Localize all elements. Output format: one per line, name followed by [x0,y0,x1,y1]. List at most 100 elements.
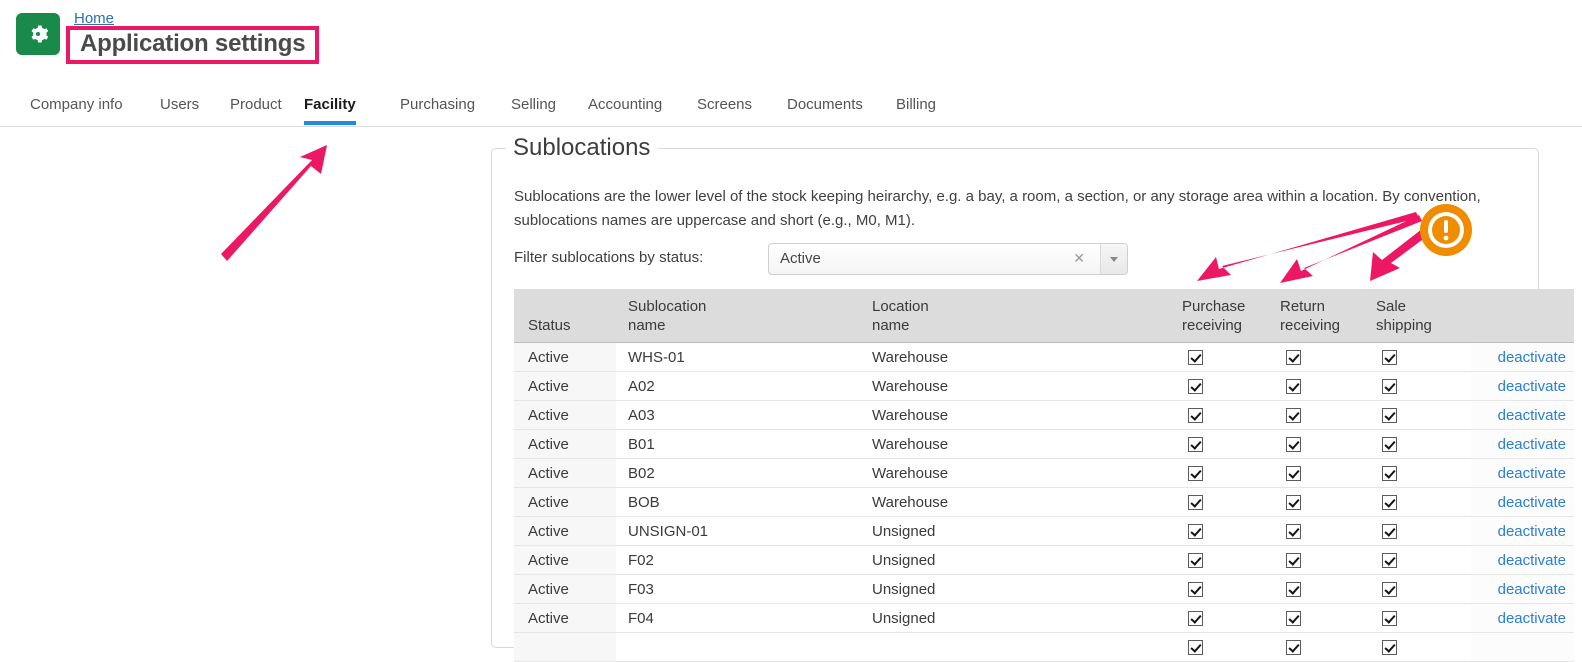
col-header-status-label: Status [528,317,571,334]
cell-purchase-receiving [1182,516,1280,546]
sale-shipping-checkbox[interactable] [1382,553,1397,569]
sale-shipping-checkbox[interactable] [1382,640,1397,656]
tab-company-info[interactable]: Company info [30,84,123,125]
purchase-receiving-checkbox[interactable] [1188,350,1203,366]
cell-actions: deactivate [1471,458,1574,488]
cell-return-receiving [1280,400,1376,430]
deactivate-link[interactable]: deactivate [1498,407,1566,424]
return-receiving-checkbox[interactable] [1286,466,1301,482]
cell-status: Active [514,342,616,372]
return-receiving-checkbox[interactable] [1286,437,1301,453]
purchase-receiving-checkbox[interactable] [1188,408,1203,424]
sale-shipping-checkbox[interactable] [1382,466,1397,482]
deactivate-link[interactable]: deactivate [1498,378,1566,395]
return-receiving-checkbox[interactable] [1286,611,1301,627]
purchase-receiving-checkbox[interactable] [1188,553,1203,569]
cell-return-receiving [1280,603,1376,633]
col-header-return-receiving[interactable]: Return receiving [1280,289,1376,343]
purchase-receiving-checkbox[interactable] [1188,495,1203,511]
col-header-location-name[interactable]: Location name [860,289,1182,343]
sale-shipping-checkbox[interactable] [1382,495,1397,511]
purchase-receiving-checkbox[interactable] [1188,524,1203,540]
tab-selling[interactable]: Selling [511,84,556,125]
sale-shipping-checkbox[interactable] [1382,611,1397,627]
cell-sale-shipping [1376,632,1471,662]
table-body: Active WHS-01 Warehouse deactivate Active A02… [514,342,1574,662]
tab-facility[interactable]: Facility [304,84,356,125]
deactivate-link[interactable]: deactivate [1498,465,1566,482]
sublocations-table: Status Sublocation name Location name Pu… [514,289,1574,662]
cell-return-receiving [1280,342,1376,372]
return-receiving-checkbox[interactable] [1286,553,1301,569]
cell-status: Active [514,429,616,459]
tab-screens[interactable]: Screens [697,84,752,125]
deactivate-link[interactable]: deactivate [1498,581,1566,598]
col-header-actions [1471,289,1574,343]
col-header-sublocation-name[interactable]: Sublocation name [616,289,860,343]
purchase-receiving-checkbox[interactable] [1188,466,1203,482]
sale-shipping-checkbox[interactable] [1382,524,1397,540]
deactivate-link[interactable]: deactivate [1498,436,1566,453]
tab-billing[interactable]: Billing [896,84,936,125]
cell-purchase-receiving [1182,429,1280,459]
cell-sublocation-name: F02 [616,545,860,575]
close-icon[interactable]: ✕ [1073,250,1085,267]
sale-shipping-checkbox[interactable] [1382,350,1397,366]
tab-purchasing[interactable]: Purchasing [400,84,475,125]
status-filter-select[interactable]: Active ✕ [768,243,1128,275]
breadcrumb-home-link[interactable]: Home [74,10,114,27]
cell-location-name: Unsigned [860,545,1182,575]
return-receiving-checkbox[interactable] [1286,379,1301,395]
deactivate-link[interactable]: deactivate [1498,610,1566,627]
cell-purchase-receiving [1182,574,1280,604]
cell-location-name: Warehouse [860,487,1182,517]
tab-users[interactable]: Users [160,84,199,125]
tab-label: Company info [30,96,123,113]
deactivate-link[interactable]: deactivate [1498,349,1566,366]
sale-shipping-checkbox[interactable] [1382,379,1397,395]
deactivate-link[interactable]: deactivate [1498,552,1566,569]
settings-tabbar: Company info Users Product Facility Purc… [0,84,1582,127]
cell-actions: deactivate [1471,603,1574,633]
col-header-sale-shipping[interactable]: Sale shipping [1376,289,1471,343]
deactivate-link[interactable]: deactivate [1498,494,1566,511]
return-receiving-checkbox[interactable] [1286,408,1301,424]
return-receiving-checkbox[interactable] [1286,350,1301,366]
page-title: Application settings [80,30,306,57]
cell-sale-shipping [1376,516,1471,546]
sale-shipping-checkbox[interactable] [1382,437,1397,453]
cell-sale-shipping [1376,603,1471,633]
sale-shipping-checkbox[interactable] [1382,582,1397,598]
col-header-line1: Sale [1376,298,1407,315]
deactivate-link[interactable]: deactivate [1498,523,1566,540]
return-receiving-checkbox[interactable] [1286,640,1301,656]
cell-status: Active [514,545,616,575]
cell-sublocation-name [616,632,860,662]
purchase-receiving-checkbox[interactable] [1188,640,1203,656]
return-receiving-checkbox[interactable] [1286,524,1301,540]
col-header-purchase-receiving[interactable]: Purchase receiving [1182,289,1280,343]
col-header-line2: receiving [1280,317,1341,334]
purchase-receiving-checkbox[interactable] [1188,437,1203,453]
tab-accounting[interactable]: Accounting [588,84,662,125]
col-header-status[interactable]: Status [514,289,616,343]
tab-documents[interactable]: Documents [787,84,863,125]
table-row: Active B02 Warehouse deactivate [514,458,1574,488]
tab-label: Selling [511,96,557,113]
cell-actions: deactivate [1471,487,1574,517]
cell-purchase-receiving [1182,487,1280,517]
purchase-receiving-checkbox[interactable] [1188,582,1203,598]
page-header: Home Application settings [0,0,1582,84]
purchase-receiving-checkbox[interactable] [1188,611,1203,627]
tab-product[interactable]: Product [230,84,282,125]
sale-shipping-checkbox[interactable] [1382,408,1397,424]
cell-location-name: Warehouse [860,458,1182,488]
return-receiving-checkbox[interactable] [1286,495,1301,511]
cell-status: Active [514,458,616,488]
cell-location-name: Warehouse [860,342,1182,372]
table-row: Active UNSIGN-01 Unsigned deactivate [514,516,1574,546]
purchase-receiving-checkbox[interactable] [1188,379,1203,395]
cell-sublocation-name: WHS-01 [616,342,860,372]
return-receiving-checkbox[interactable] [1286,582,1301,598]
chevron-down-icon[interactable] [1100,244,1127,274]
